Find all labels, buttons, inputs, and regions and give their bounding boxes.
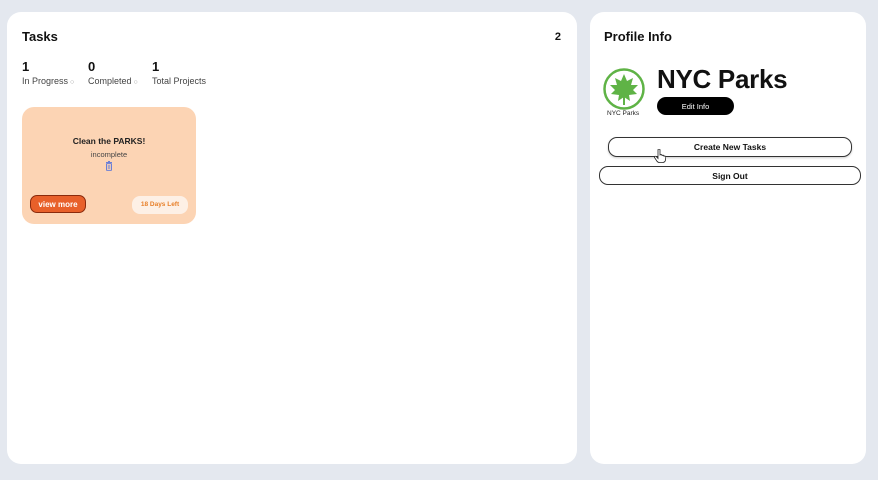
profile-panel: Profile Info NYC Parks NYC Parks Edit In… [590,12,866,464]
hand-pointer-icon [654,149,666,163]
stat-value: 1 [22,59,30,74]
profile-title: Profile Info [604,29,672,44]
logo-caption: NYC Parks [607,110,640,117]
view-more-button[interactable]: view more [30,195,86,213]
stat-completed: 0 Completed ○ [88,59,138,87]
edit-info-button[interactable]: Edit Info [657,97,734,115]
create-new-tasks-button[interactable]: Create New Tasks [608,137,852,157]
stat-value: 0 [88,59,96,74]
org-name: NYC Parks [657,64,788,94]
stat-total-projects: 1 Total Projects [152,59,207,87]
days-left-badge: 18 Days Left [132,196,188,214]
stat-label: In Progress [22,76,69,86]
info-dot-icon: ○ [70,79,75,86]
task-count: 2 [554,31,561,43]
nyc-parks-leaf-logo-icon [603,68,645,110]
task-title: Clean the PARKS! [72,136,146,146]
task-card[interactable]: Clean the PARKS! incomplete view more 18… [22,107,196,224]
stat-value: 1 [152,59,160,74]
stat-label: Total Projects [152,76,207,86]
stat-label: Completed [88,76,132,86]
stat-in-progress: 1 In Progress ○ [22,59,75,87]
sign-out-button[interactable]: Sign Out [599,166,861,185]
trash-icon[interactable] [104,161,114,171]
task-status: incomplete [90,150,128,159]
tasks-panel: Tasks 2 1 In Progress ○ 0 Completed ○ 1 To… [7,12,577,464]
tasks-title: Tasks [22,29,58,44]
info-dot-icon: ○ [133,79,138,86]
